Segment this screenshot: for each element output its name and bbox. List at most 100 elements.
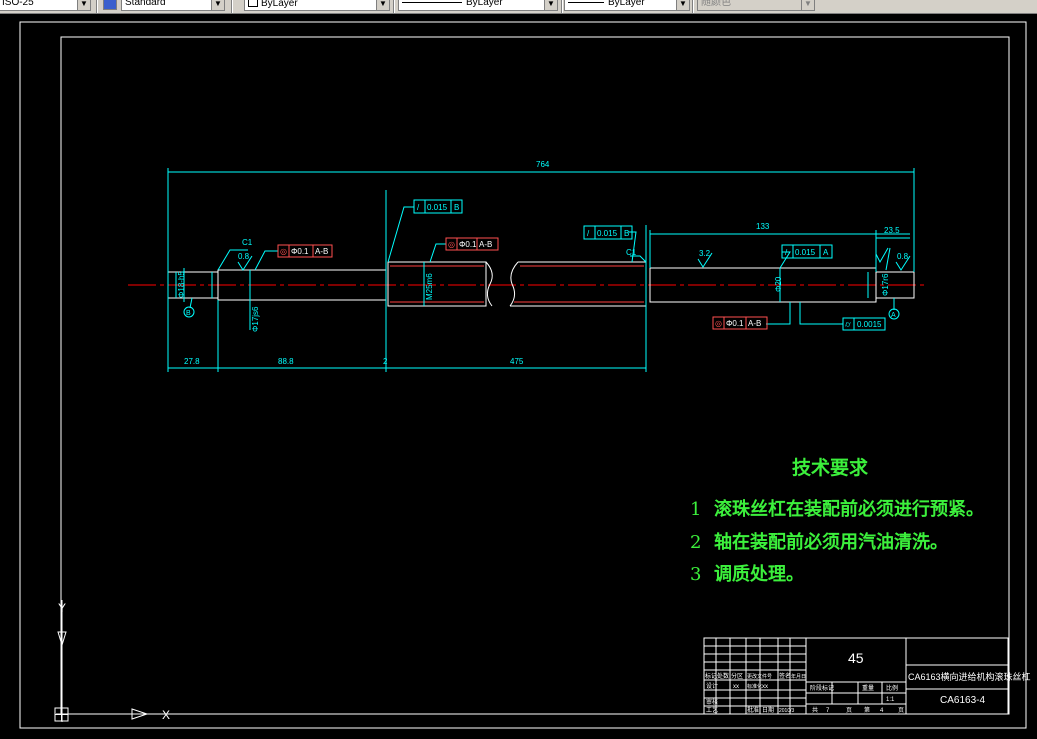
color-swatch-icon xyxy=(248,0,258,7)
linetype-preview-icon xyxy=(402,2,462,3)
tb-review-label: 审核 xyxy=(706,698,718,706)
tb-part-name: CA6163横向进给机构滚珠丝杠 xyxy=(908,671,1031,682)
tb-page-label-1: 页 xyxy=(846,707,852,714)
fcf-7-value: 0.0015 xyxy=(857,320,882,329)
chevron-down-icon[interactable]: ▼ xyxy=(77,0,90,10)
tb-change-doc-label: 更改文件号 xyxy=(747,673,772,680)
lineweight-preview-icon xyxy=(568,2,604,3)
tb-material: 45 xyxy=(848,650,864,666)
fcf-3-symbol: ◎ xyxy=(448,240,455,249)
dim-133: 133 xyxy=(756,222,770,231)
linetype-combo[interactable]: ByLayer ▼ xyxy=(398,0,558,11)
datum-a-marker: A xyxy=(888,308,900,320)
outer-frame xyxy=(19,21,1027,729)
fcf-7-symbol: ⌭ xyxy=(845,320,851,329)
toolbar-separator xyxy=(393,0,395,13)
tb-designer: xx xyxy=(733,684,739,690)
dim-dia-17r6: Φ17r6 xyxy=(881,273,890,296)
fcf-2: ◎ Φ0.1 A-B xyxy=(277,244,333,258)
drawing-canvas[interactable]: 764 133 23.5 27.8 88.8 2 475 Φ18-h5 Φ17j… xyxy=(0,14,1037,739)
tb-date-col-label: 年月日 xyxy=(791,673,806,680)
tb-approve-label: 批准 xyxy=(747,706,759,714)
fcf-6: ◎ Φ0.1 A-B xyxy=(712,316,768,330)
tb-scale-label: 比例 xyxy=(886,684,898,692)
roughness-3-2: 3.2 xyxy=(699,249,711,258)
chevron-down-icon[interactable]: ▼ xyxy=(676,0,689,10)
tb-std-label: 标准化 xyxy=(747,683,762,690)
chamfer-c1-left: C1 xyxy=(242,238,253,247)
fcf-5-value: 0.015 xyxy=(795,248,816,257)
properties-toolbar: ISO-25 ▼ Standard ▼ ByLayer ▼ ByLayer ▼ ByLa… xyxy=(0,0,1037,14)
fcf-6-symbol: ◎ xyxy=(715,319,722,328)
plotstyle-value: 随颜色 xyxy=(701,0,731,8)
fcf-4: / 0.015 B xyxy=(583,225,633,240)
tb-drawing-no: CA6163-4 xyxy=(940,695,985,706)
tech-item-num: 1 xyxy=(690,499,702,520)
tb-stage-label: 阶段标记 xyxy=(810,684,834,692)
dimstyle-value: ISO-25 xyxy=(2,0,34,8)
tech-item-text: 滚珠丝杠在装配前必须进行预紧。 xyxy=(714,499,984,520)
fcf-1-ref: B xyxy=(454,203,459,212)
lineweight-value: ByLayer xyxy=(608,0,645,8)
datum-a-label: A xyxy=(891,312,896,319)
tb-total: 7 xyxy=(826,708,830,714)
toolbar-separator xyxy=(96,0,98,13)
tb-design-label: 设计 xyxy=(706,682,718,690)
tb-qty-label: 处数 xyxy=(717,672,729,680)
tb-scale: 1:1 xyxy=(886,697,895,703)
tb-zone-label: 分区 xyxy=(731,672,743,680)
tech-item-num: 3 xyxy=(690,564,702,585)
roughness-0-8-b: 0.8 xyxy=(897,252,909,261)
fcf-1: / 0.015 B xyxy=(413,199,463,214)
dimstyle-combo[interactable]: ISO-25 ▼ xyxy=(0,0,91,11)
tech-item: 1 滚珠丝杠在装配前必须进行预紧。 xyxy=(690,495,984,521)
drawing-svg: 764 133 23.5 27.8 88.8 2 475 Φ18-h5 Φ17j… xyxy=(19,21,1031,729)
fcf-3: ◎ Φ0.1 A-B xyxy=(445,237,499,251)
fcf-3-value: Φ0.1 xyxy=(459,240,477,249)
fcf-3-ref: A-B xyxy=(479,240,492,249)
fcf-4-ref: B xyxy=(624,229,629,238)
fcf-1-symbol: / xyxy=(417,203,420,212)
textstyle-combo[interactable]: Standard ▼ xyxy=(121,0,225,11)
fcf-2-value: Φ0.1 xyxy=(291,247,309,256)
chevron-down-icon[interactable]: ▼ xyxy=(376,0,389,10)
textstyle-icon[interactable] xyxy=(103,0,117,10)
lineweight-combo[interactable]: ByLayer ▼ xyxy=(564,0,690,11)
chevron-down-icon[interactable]: ▼ xyxy=(544,0,557,10)
plotstyle-combo[interactable]: 随颜色 ▼ xyxy=(697,0,815,11)
fcf-7: ⌭ 0.0015 xyxy=(842,317,886,331)
roughness-0-8-a: 0.8 xyxy=(238,252,250,261)
ucs-icon xyxy=(54,600,176,722)
toolbar-separator xyxy=(561,0,563,13)
color-combo[interactable]: ByLayer ▼ xyxy=(244,0,390,11)
chamfer-c1-right: C1 xyxy=(626,248,637,257)
shaft-outline xyxy=(167,261,915,307)
chevron-down-icon[interactable]: ▼ xyxy=(801,0,814,10)
tb-process-label: 工艺 xyxy=(706,706,718,714)
tb-std-sign: xx xyxy=(762,684,768,690)
ucs-y-label: Y xyxy=(58,601,66,615)
tech-item-text: 调质处理。 xyxy=(714,564,804,585)
tb-date: 2010/3 xyxy=(779,708,795,714)
dim-27-8: 27.8 xyxy=(184,357,200,366)
textstyle-value: Standard xyxy=(125,0,166,8)
dim-2: 2 xyxy=(383,357,388,366)
tech-item: 2 轴在装配前必须用汽油清洗。 xyxy=(690,528,948,554)
dim-475: 475 xyxy=(510,357,524,366)
datum-b-marker: B xyxy=(183,306,195,318)
tech-item-text: 轴在装配前必须用汽油清洗。 xyxy=(714,532,948,553)
tb-mark-label: 标记 xyxy=(705,672,717,680)
tech-item-num: 2 xyxy=(690,532,702,553)
tb-sheet-label: 第 xyxy=(864,706,870,714)
tech-requirements-title: 技术要求 xyxy=(792,457,869,479)
fcf-4-value: 0.015 xyxy=(597,229,618,238)
dim-overall: 764 xyxy=(536,160,550,169)
inner-frame xyxy=(60,36,1010,715)
tb-page-label-2: 页 xyxy=(898,707,904,714)
dim-23-5: 23.5 xyxy=(884,226,900,235)
dimension-text: 764 133 23.5 27.8 88.8 2 475 Φ18-h5 Φ17j… xyxy=(177,160,909,366)
chevron-down-icon[interactable]: ▼ xyxy=(211,0,224,10)
dim-thread: M25m6 xyxy=(425,273,434,300)
ucs-x-label: X xyxy=(162,708,170,722)
tb-weight-label: 重量 xyxy=(862,684,874,692)
